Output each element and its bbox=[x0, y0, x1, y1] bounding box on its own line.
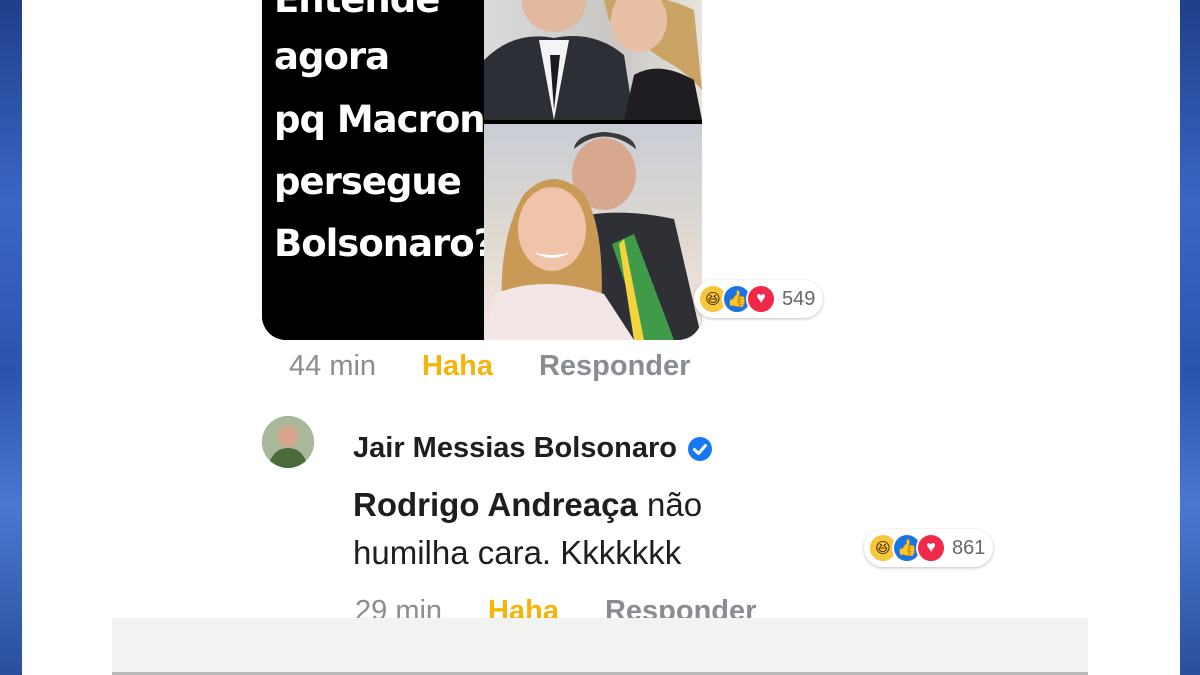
meme-text-panel: Entende agora pq Macron persegue Bolsona… bbox=[262, 0, 495, 340]
meme-text-line: Bolsonaro? bbox=[274, 222, 495, 265]
author-name[interactable]: Jair Messias Bolsonaro bbox=[353, 432, 677, 465]
comment-text: Rodrigo Andreaça não humilha cara. Kkkkk… bbox=[353, 481, 853, 577]
comment-reactions-summary[interactable]: 😆 👍 ♥ 861 bbox=[864, 529, 994, 567]
comment-text-part: não bbox=[637, 486, 703, 523]
meme-text-line: Entende bbox=[274, 0, 440, 21]
comment-text-line: humilha cara. Kkkkkkk bbox=[353, 534, 682, 571]
right-background-border bbox=[1180, 0, 1200, 675]
comment-author[interactable]: Jair Messias Bolsonaro bbox=[353, 432, 713, 465]
meme-text-line: pq Macron bbox=[274, 98, 486, 141]
macron-couple-photo bbox=[484, 0, 702, 120]
reaction-count: 549 bbox=[782, 287, 816, 310]
reaction-count: 861 bbox=[952, 536, 986, 559]
left-background-border bbox=[0, 0, 22, 675]
verified-badge-icon bbox=[687, 436, 712, 461]
post-action-row: 44 min Haha Responder bbox=[289, 350, 690, 383]
meme-image[interactable]: Entende agora pq Macron persegue Bolsona… bbox=[262, 0, 702, 340]
meme-text-line: agora bbox=[274, 35, 390, 78]
bolsonaro-couple-photo bbox=[484, 124, 702, 340]
bottom-overlay-bar bbox=[112, 618, 1088, 675]
timestamp: 44 min bbox=[289, 350, 377, 382]
post-reactions-summary[interactable]: 😆 👍 ♥ 549 bbox=[694, 280, 824, 318]
love-icon: ♥ bbox=[746, 284, 776, 314]
meme-text-line: persegue bbox=[274, 160, 462, 203]
avatar[interactable] bbox=[262, 416, 314, 468]
haha-reaction-button[interactable]: Haha bbox=[422, 350, 493, 383]
reply-button[interactable]: Responder bbox=[539, 350, 690, 383]
mention-link[interactable]: Rodrigo Andreaça bbox=[353, 486, 638, 523]
love-icon: ♥ bbox=[916, 533, 946, 563]
